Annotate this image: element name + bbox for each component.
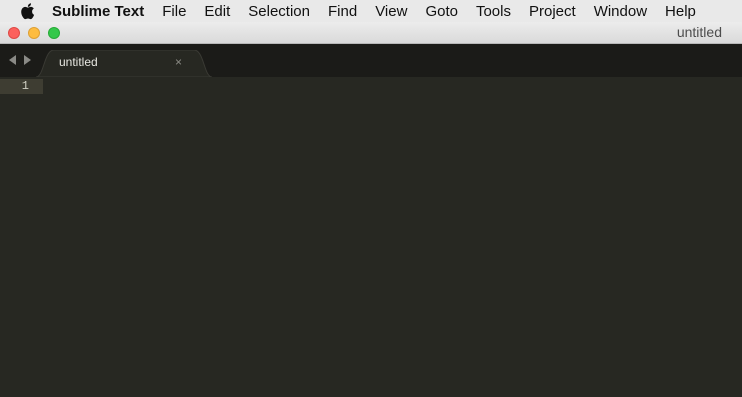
menu-help[interactable]: Help [665, 3, 696, 20]
menu-bar: Sublime Text File Edit Selection Find Vi… [0, 0, 742, 22]
menu-find[interactable]: Find [328, 3, 357, 20]
left-arrow-icon[interactable] [9, 55, 16, 65]
menu-tools[interactable]: Tools [476, 3, 511, 20]
menu-file[interactable]: File [162, 3, 186, 20]
minimize-window-button[interactable] [28, 27, 40, 39]
menu-project[interactable]: Project [529, 3, 576, 20]
tab-label[interactable]: untitled [59, 55, 98, 69]
window-title-bar[interactable]: untitled [0, 22, 742, 44]
close-window-button[interactable] [8, 27, 20, 39]
menu-view[interactable]: View [375, 3, 407, 20]
apple-logo-icon[interactable] [19, 2, 35, 20]
menu-window[interactable]: Window [594, 3, 647, 20]
menu-app-name[interactable]: Sublime Text [52, 3, 144, 20]
tab-bar [0, 44, 742, 77]
close-tab-icon[interactable]: × [175, 55, 182, 69]
editor-area[interactable] [0, 77, 742, 397]
menu-edit[interactable]: Edit [204, 3, 230, 20]
line-number: 1 [21, 79, 29, 93]
window-title: untitled [676, 24, 722, 40]
zoom-window-button[interactable] [48, 27, 60, 39]
menu-goto[interactable]: Goto [425, 3, 458, 20]
menu-selection[interactable]: Selection [248, 3, 310, 20]
right-arrow-icon[interactable] [24, 55, 31, 65]
